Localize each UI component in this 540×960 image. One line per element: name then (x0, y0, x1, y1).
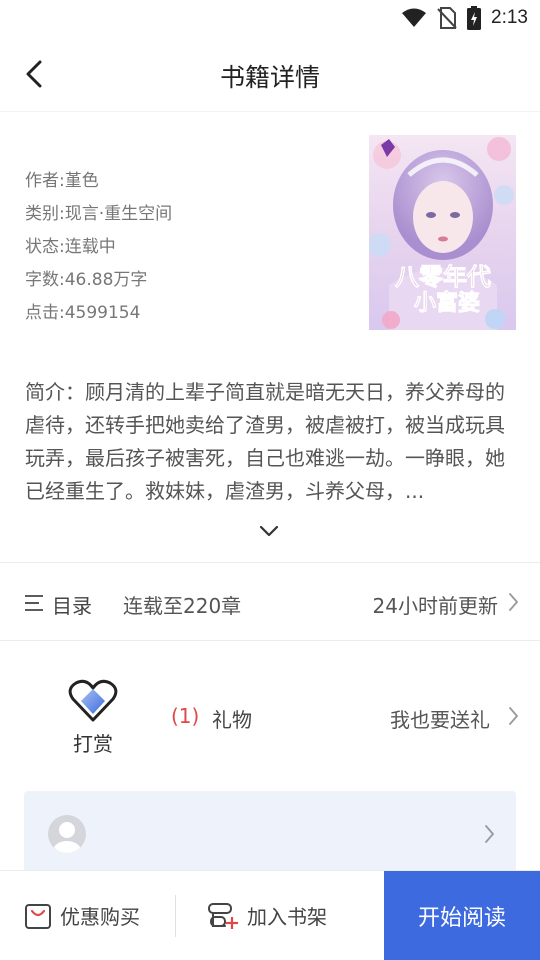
divider (175, 895, 176, 937)
book-cover-art: 八零年代 小富婆 (369, 135, 516, 330)
book-intro: 简介：顾月清的上辈子简直就是暗无天日，养父养母的虐待，还转手把她卖给了渣男，被虐… (25, 380, 505, 503)
gift-label: 礼物 (212, 708, 252, 732)
cover-title: 八零年代 (395, 262, 491, 291)
bookshelf-add-icon (208, 902, 238, 929)
list-menu-icon (25, 595, 43, 611)
add-to-shelf-label: 加入书架 (247, 905, 327, 929)
bottom-action-bar: 优惠购买 加入书架 开始阅读 (0, 870, 540, 960)
start-reading-button[interactable]: 开始阅读 (384, 871, 540, 960)
heart-icon (68, 679, 118, 722)
no-sim-icon (437, 7, 457, 29)
book-category: 类别:现言·重生空间 (25, 204, 173, 224)
chevron-right-icon (485, 825, 494, 843)
reward-label: 打赏 (73, 732, 113, 756)
gift-count: (1) (171, 704, 200, 728)
status-icons: 2:13 (401, 6, 528, 30)
add-to-shelf-button[interactable]: 加入书架 (207, 901, 327, 930)
svg-text:小富婆: 小富婆 (414, 290, 480, 316)
status-bar: 2:13 (0, 0, 540, 36)
reward-row: 打赏 (1) 礼物 我也要送礼 (0, 641, 540, 791)
book-status: 状态:连载中 (25, 237, 116, 257)
status-time: 2:13 (491, 7, 528, 28)
chevron-right-icon (509, 707, 518, 725)
send-gift-link[interactable]: 我也要送礼 (390, 704, 490, 733)
catalog-label: 目录 (52, 594, 92, 618)
catalog-row[interactable]: 目录 连载至220章 24小时前更新 (0, 563, 540, 641)
discount-buy-label: 优惠购买 (60, 905, 140, 929)
page-title: 书籍详情 (219, 63, 320, 92)
serial-progress: 连载至220章 (123, 594, 242, 618)
book-clicks: 点击:4599154 (25, 303, 141, 323)
chevron-down-icon (259, 525, 279, 537)
discount-buy-button[interactable]: 优惠购买 (24, 901, 140, 930)
avatar (48, 815, 86, 853)
shopping-bag-icon (25, 903, 51, 929)
book-cover: 八零年代 小富婆 (369, 135, 516, 330)
chevron-right-icon (509, 593, 518, 611)
book-word-count: 字数:46.88万字 (25, 270, 148, 290)
book-info: 作者:堇色 类别:现言·重生空间 状态:连载中 字数:46.88万字 点击:45… (25, 165, 172, 330)
book-author: 作者:堇色 (25, 171, 99, 191)
top-nav-bar: 书籍详情 (0, 36, 540, 112)
update-time: 24小时前更新 (372, 594, 498, 618)
expand-intro-button[interactable] (254, 518, 284, 544)
user-avatar-icon (53, 822, 81, 853)
fan-list-card[interactable] (24, 791, 516, 876)
wifi-icon (402, 8, 427, 27)
battery-charging-icon (467, 6, 482, 30)
